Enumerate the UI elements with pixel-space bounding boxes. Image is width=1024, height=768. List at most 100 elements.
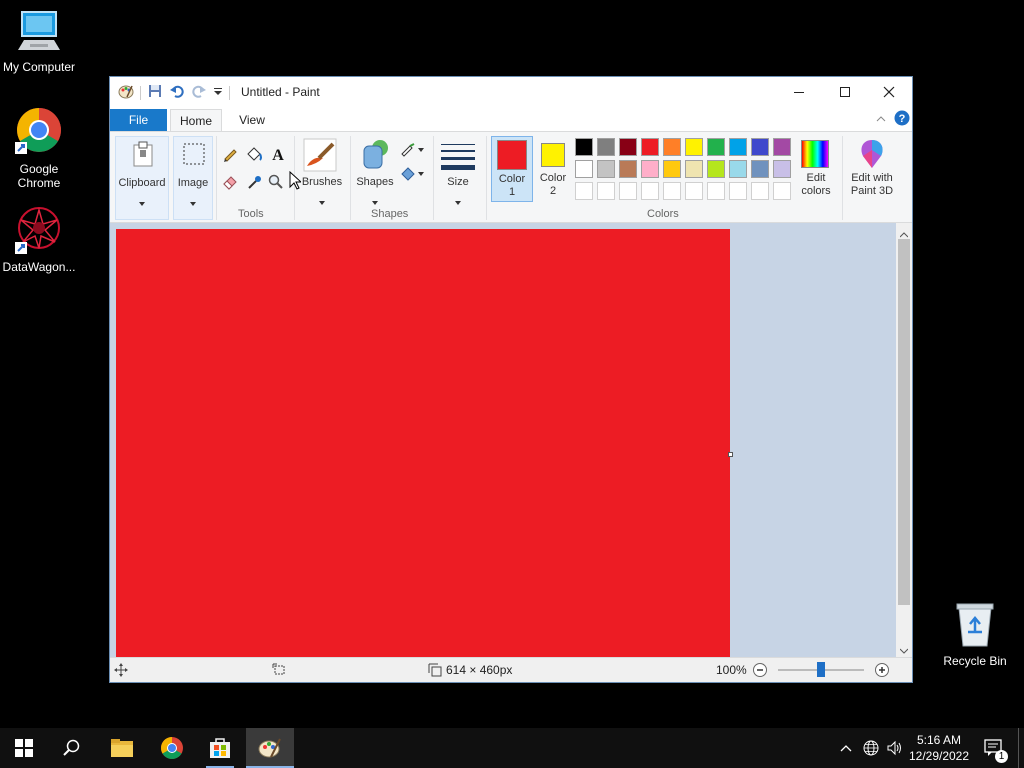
tab-view[interactable]: View xyxy=(228,109,276,131)
desktop-icon-label: Recycle Bin xyxy=(943,654,1007,668)
brushes-button[interactable]: Brushes xyxy=(300,136,344,208)
pencil-icon[interactable] xyxy=(222,146,238,165)
save-icon[interactable] xyxy=(147,83,163,102)
taskbar: 5:16 AM 12/29/2022 1 xyxy=(0,728,1024,768)
zoom-slider-thumb[interactable] xyxy=(817,662,825,677)
palette-swatch[interactable] xyxy=(729,160,747,178)
color1-swatch xyxy=(497,140,527,170)
color2-swatch xyxy=(541,143,565,167)
palette-swatch[interactable] xyxy=(707,160,725,178)
outline-icon[interactable] xyxy=(400,142,424,161)
color2-button[interactable]: Color 2 xyxy=(536,136,570,202)
custom-color-slot[interactable] xyxy=(597,182,615,200)
custom-color-slot[interactable] xyxy=(575,182,593,200)
edit-colors-button[interactable]: Edit colors xyxy=(796,136,836,206)
close-button[interactable] xyxy=(866,77,912,107)
palette-swatch[interactable] xyxy=(751,138,769,156)
shapes-label: Shapes xyxy=(356,176,394,188)
action-center-button[interactable]: 1 xyxy=(976,728,1012,768)
palette-swatch[interactable] xyxy=(729,138,747,156)
drawing-canvas[interactable] xyxy=(116,229,730,657)
color1-button[interactable]: Color 1 xyxy=(491,136,533,202)
custom-color-slot[interactable] xyxy=(663,182,681,200)
network-button[interactable] xyxy=(860,728,882,768)
custom-color-slot[interactable] xyxy=(707,182,725,200)
tab-home[interactable]: Home xyxy=(170,109,222,131)
tab-file[interactable]: File xyxy=(110,109,167,131)
canvas-area[interactable] xyxy=(110,223,896,657)
palette-swatch[interactable] xyxy=(685,138,703,156)
maximize-button[interactable] xyxy=(822,77,868,107)
palette-swatch[interactable] xyxy=(685,160,703,178)
magnifier-icon[interactable] xyxy=(268,174,284,193)
tools-group-label: Tools xyxy=(238,208,264,220)
taskbar-store[interactable] xyxy=(196,728,244,768)
selection-size-icon xyxy=(272,663,286,680)
eraser-icon[interactable] xyxy=(222,174,238,193)
fill-icon[interactable] xyxy=(245,146,263,165)
scroll-thumb[interactable] xyxy=(898,239,910,605)
search-button[interactable] xyxy=(48,728,96,768)
palette-swatch[interactable] xyxy=(663,138,681,156)
redo-icon[interactable] xyxy=(191,83,207,102)
palette-swatch[interactable] xyxy=(619,138,637,156)
vertical-scrollbar[interactable] xyxy=(896,223,912,657)
undo-icon[interactable] xyxy=(169,83,185,102)
palette-swatch[interactable] xyxy=(751,160,769,178)
shapes-icon xyxy=(358,138,392,175)
custom-color-slot[interactable] xyxy=(619,182,637,200)
customize-qat-icon[interactable] xyxy=(213,85,223,100)
taskbar-file-explorer[interactable] xyxy=(98,728,146,768)
custom-color-slot[interactable] xyxy=(729,182,747,200)
palette-swatch[interactable] xyxy=(773,138,791,156)
title-bar[interactable]: Untitled - Paint xyxy=(110,77,912,107)
desktop-icon-recycle-bin[interactable]: Recycle Bin xyxy=(936,602,1014,668)
palette-swatch[interactable] xyxy=(663,160,681,178)
desktop-icon-google-chrome[interactable]: Google Chrome xyxy=(0,106,78,190)
palette-swatch[interactable] xyxy=(641,160,659,178)
size-button[interactable]: Size xyxy=(438,136,478,208)
quick-access-toolbar xyxy=(118,83,230,102)
text-icon[interactable]: A xyxy=(270,145,286,166)
custom-color-slot[interactable] xyxy=(773,182,791,200)
palette-swatch[interactable] xyxy=(597,138,615,156)
volume-button[interactable] xyxy=(884,728,906,768)
custom-color-slot[interactable] xyxy=(751,182,769,200)
zoom-out-button[interactable] xyxy=(752,662,768,681)
paint3d-icon xyxy=(857,138,887,173)
edit-with-paint3d-button[interactable]: Edit with Paint 3D xyxy=(844,136,900,206)
resize-handle[interactable] xyxy=(728,452,733,457)
image-button[interactable]: Image xyxy=(173,136,213,220)
start-button[interactable] xyxy=(0,728,48,768)
clipboard-button[interactable]: Clipboard xyxy=(115,136,169,220)
color-picker-icon[interactable] xyxy=(246,174,262,193)
chevron-down-icon xyxy=(139,195,145,209)
paint-app-icon[interactable] xyxy=(118,83,134,102)
desktop-icon-my-computer[interactable]: My Computer xyxy=(0,10,78,74)
minimize-button[interactable] xyxy=(776,77,822,107)
help-icon[interactable]: ? xyxy=(894,110,910,129)
shapes-button[interactable]: Shapes xyxy=(354,136,396,208)
color2-label-line2: 2 xyxy=(549,185,557,197)
collapse-ribbon-icon[interactable] xyxy=(876,113,886,127)
custom-color-slot[interactable] xyxy=(685,182,703,200)
zoom-slider[interactable] xyxy=(778,662,864,677)
palette-swatch[interactable] xyxy=(619,160,637,178)
taskbar-paint[interactable] xyxy=(246,728,294,768)
shape-fill-icon[interactable] xyxy=(400,166,424,185)
palette-swatch[interactable] xyxy=(773,160,791,178)
show-hidden-icons-button[interactable] xyxy=(836,728,856,768)
desktop-icon-datawagon[interactable]: DataWagon... xyxy=(0,206,78,274)
zoom-in-button[interactable] xyxy=(874,662,890,681)
palette-swatch[interactable] xyxy=(597,160,615,178)
show-desktop-button[interactable] xyxy=(1018,728,1019,768)
scroll-down-icon[interactable] xyxy=(899,643,909,657)
zoom-out-icon xyxy=(753,663,767,677)
palette-swatch[interactable] xyxy=(641,138,659,156)
custom-color-slot[interactable] xyxy=(641,182,659,200)
palette-swatch[interactable] xyxy=(707,138,725,156)
clock[interactable]: 5:16 AM 12/29/2022 xyxy=(908,728,970,768)
taskbar-chrome[interactable] xyxy=(148,728,196,768)
palette-swatch[interactable] xyxy=(575,138,593,156)
palette-swatch[interactable] xyxy=(575,160,593,178)
